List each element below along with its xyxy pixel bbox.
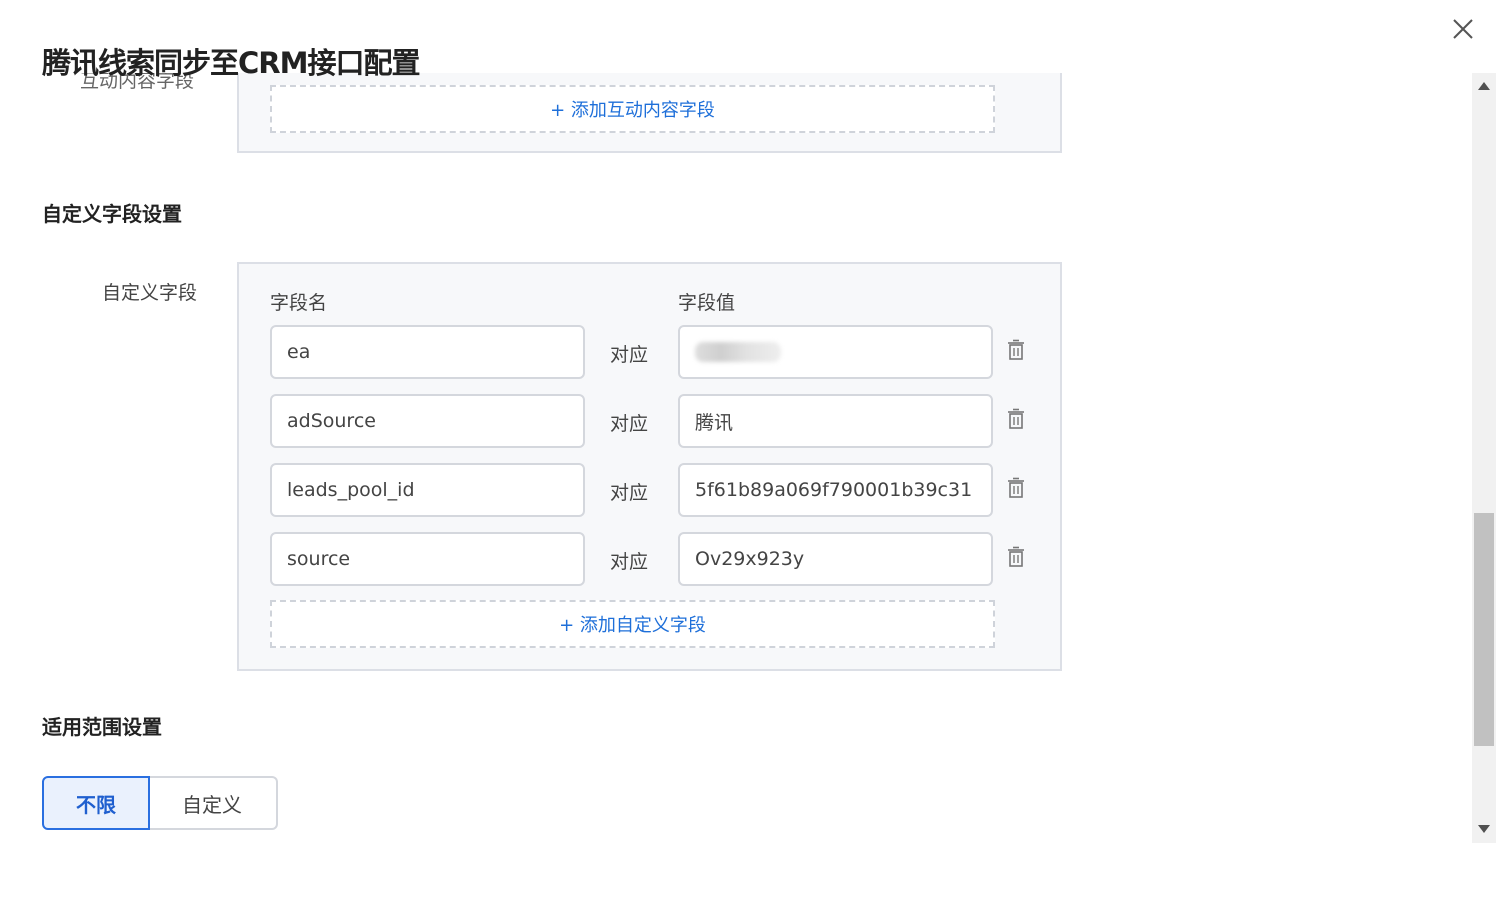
close-icon (1453, 19, 1473, 39)
map-label: 对应 (610, 344, 649, 366)
delete-row-button[interactable] (1006, 339, 1026, 361)
vertical-scrollbar[interactable] (1472, 73, 1496, 843)
dialog-body: 互动内容字段 + 添加互动内容字段 自定义字段设置 自定义字段 字段名 字段值 … (0, 73, 1472, 843)
custom-section-title: 自定义字段设置 (42, 202, 182, 226)
field-value-input[interactable] (678, 325, 993, 379)
scope-section-title: 适用范围设置 (42, 715, 162, 739)
field-name-input[interactable]: adSource (270, 394, 585, 448)
map-label: 对应 (610, 413, 649, 435)
delete-row-button[interactable] (1006, 408, 1026, 430)
triangle-up-icon[interactable] (1477, 81, 1491, 91)
trash-icon (1008, 477, 1024, 498)
field-name-input[interactable]: source (270, 532, 585, 586)
redacted-value (695, 342, 781, 362)
field-value-input[interactable]: Ov29x923y (678, 532, 993, 586)
custom-field-label: 自定义字段 (102, 282, 198, 304)
trash-icon (1008, 339, 1024, 360)
triangle-down-icon[interactable] (1477, 824, 1491, 834)
dialog-title: 腾讯线索同步至CRM接口配置 (42, 46, 420, 80)
delete-row-button[interactable] (1006, 477, 1026, 499)
field-name-input[interactable]: leads_pool_id (270, 463, 585, 517)
field-value-input[interactable]: 腾讯 (678, 394, 993, 448)
close-button[interactable] (1448, 14, 1478, 44)
map-label: 对应 (610, 551, 649, 573)
column-header-name: 字段名 (270, 292, 328, 314)
trash-icon (1008, 408, 1024, 429)
add-interaction-field-button[interactable]: + 添加互动内容字段 (270, 85, 995, 133)
delete-row-button[interactable] (1006, 546, 1026, 568)
scroll-thumb[interactable] (1474, 513, 1494, 746)
custom-fields-panel: 字段名 字段值 ea 对应 adSource 对应 腾讯 leads_pool_… (237, 262, 1062, 671)
interaction-fields-panel: + 添加互动内容字段 (237, 73, 1062, 153)
scope-option-custom[interactable]: 自定义 (148, 776, 278, 830)
map-label: 对应 (610, 482, 649, 504)
field-value-input[interactable]: 5f61b89a069f790001b39c31 (678, 463, 993, 517)
column-header-value: 字段值 (678, 292, 736, 314)
trash-icon (1008, 546, 1024, 567)
scope-option-unlimited[interactable]: 不限 (42, 776, 150, 830)
config-dialog: 腾讯线索同步至CRM接口配置 互动内容字段 + 添加互动内容字段 自定义字段设置… (0, 0, 1496, 899)
field-name-input[interactable]: ea (270, 325, 585, 379)
add-custom-field-button[interactable]: + 添加自定义字段 (270, 600, 995, 648)
